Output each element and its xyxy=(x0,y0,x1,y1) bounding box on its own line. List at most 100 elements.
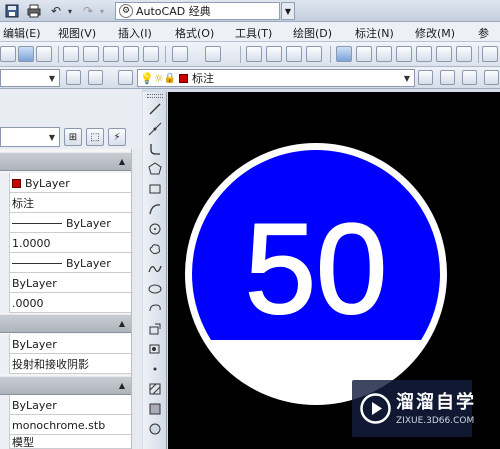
menu-format[interactable]: 格式(O) xyxy=(175,25,214,41)
layer-state-dropdown[interactable]: ▼ xyxy=(0,69,60,87)
tool-palettes-icon[interactable] xyxy=(376,46,392,62)
select-objects-icon[interactable]: ⬚ xyxy=(86,128,104,146)
workspace-dropdown-icon[interactable]: ▼ xyxy=(281,2,295,20)
properties-palette-icon[interactable] xyxy=(336,46,352,62)
sheet-set-icon[interactable] xyxy=(396,46,412,62)
line-tool-icon[interactable] xyxy=(146,100,164,118)
ellipse-arc-icon[interactable] xyxy=(146,300,164,318)
zoom-window-icon[interactable] xyxy=(286,46,302,62)
help-icon[interactable] xyxy=(482,46,498,62)
property-row[interactable]: ByLayer xyxy=(0,395,131,415)
workspace-selector[interactable]: ⚙ AutoCAD 经典 xyxy=(115,2,280,20)
match-properties-icon[interactable] xyxy=(123,46,139,62)
selection-dropdown[interactable]: ▼ xyxy=(0,127,60,147)
property-value: ByLayer xyxy=(66,256,111,270)
circle-icon[interactable] xyxy=(146,220,164,238)
linetype-sample xyxy=(12,222,62,224)
layers-toolbar: ▼ 💡 ☼ 🔒 标注 ▼ xyxy=(0,67,500,89)
pan-icon[interactable] xyxy=(246,46,262,62)
paste-icon[interactable] xyxy=(103,46,119,62)
menu-dimension[interactable]: 标注(N) xyxy=(355,25,394,41)
calculator-icon[interactable] xyxy=(456,46,472,62)
sign-speed-text: 50 xyxy=(245,198,387,341)
copy-icon[interactable] xyxy=(83,46,99,62)
property-row[interactable]: .0000 xyxy=(0,293,131,313)
construction-line-icon[interactable] xyxy=(146,120,164,138)
property-row[interactable]: 1.0000 xyxy=(0,233,131,253)
point-icon[interactable] xyxy=(146,360,164,378)
property-row[interactable]: 投射和接收阴影 xyxy=(0,354,131,374)
layer-manager-icon[interactable] xyxy=(118,70,133,85)
save-icon[interactable] xyxy=(4,3,20,19)
lightbulb-icon: 💡 xyxy=(140,71,154,85)
design-center-icon[interactable] xyxy=(356,46,372,62)
section-plot-style[interactable]: ▲ xyxy=(0,376,131,395)
workspace-label: AutoCAD 经典 xyxy=(136,5,211,18)
toolbar-grip[interactable] xyxy=(147,94,163,98)
layer-previous-icon[interactable] xyxy=(440,70,455,85)
zoom-realtime-icon[interactable] xyxy=(266,46,282,62)
standard-toolbar xyxy=(0,42,500,67)
menu-parametric[interactable]: 参 xyxy=(478,25,489,41)
quickcalc-icon[interactable] xyxy=(436,46,452,62)
property-row[interactable]: 模型 xyxy=(0,435,131,449)
menu-insert[interactable]: 插入(I) xyxy=(118,25,152,41)
layer-isolate-icon[interactable] xyxy=(462,70,477,85)
print-icon[interactable] xyxy=(26,3,42,19)
section-3d-effects[interactable]: ▲ xyxy=(0,314,131,333)
open-icon[interactable] xyxy=(18,46,34,62)
polyline-icon[interactable] xyxy=(146,140,164,158)
property-row[interactable]: monochrome.stb xyxy=(0,415,131,435)
properties-header: ▼ ⊞ ⬚ ⚡ xyxy=(0,89,142,149)
revision-cloud-icon[interactable] xyxy=(146,240,164,258)
toggle-pickadd-icon[interactable]: ⊞ xyxy=(64,128,82,146)
property-row[interactable]: ByLayer xyxy=(0,253,131,273)
property-row[interactable]: ByLayer xyxy=(0,173,131,193)
zoom-previous-icon[interactable] xyxy=(306,46,322,62)
region-icon[interactable] xyxy=(146,420,164,438)
property-value: 模型 xyxy=(12,436,34,449)
section-general[interactable]: ▲ xyxy=(0,152,131,171)
title-bar: ↶ ▾ ↷ ▾ ⚙ AutoCAD 经典 ▼ xyxy=(0,0,500,22)
make-current-layer-icon[interactable] xyxy=(418,70,433,85)
publish-icon[interactable] xyxy=(36,46,52,62)
layer-dropdown[interactable]: 💡 ☼ 🔒 标注 ▼ xyxy=(137,69,415,87)
spline-icon[interactable] xyxy=(146,260,164,278)
block-editor-icon[interactable] xyxy=(143,46,159,62)
menu-draw[interactable]: 绘图(D) xyxy=(293,25,332,41)
properties-scrollbar[interactable] xyxy=(131,149,142,449)
polygon-icon[interactable] xyxy=(146,160,164,178)
gradient-icon[interactable] xyxy=(146,400,164,418)
property-row[interactable]: ByLayer xyxy=(0,273,131,293)
menu-view[interactable]: 视图(V) xyxy=(58,25,96,41)
layer-properties-icon[interactable] xyxy=(66,70,81,85)
menu-modify[interactable]: 修改(M) xyxy=(415,25,455,41)
redo-dropdown-icon[interactable]: ▾ xyxy=(94,3,110,19)
rectangle-icon[interactable] xyxy=(146,180,164,198)
watermark: 溜溜自学 ZIXUE.3D66.COM xyxy=(352,380,474,437)
undo-dropdown-icon[interactable]: ▾ xyxy=(62,3,78,19)
cut-icon[interactable] xyxy=(63,46,79,62)
hatch-icon[interactable] xyxy=(146,380,164,398)
menu-bar: 编辑(E) 视图(V) 插入(I) 格式(O) 工具(T) 绘图(D) 标注(N… xyxy=(0,22,500,42)
property-value: ByLayer xyxy=(12,276,57,290)
property-value: 1.0000 xyxy=(12,236,51,250)
property-row[interactable]: 标注 xyxy=(0,193,131,213)
insert-block-icon[interactable] xyxy=(146,320,164,338)
property-row[interactable]: ByLayer xyxy=(0,334,131,354)
property-row[interactable]: ByLayer xyxy=(0,213,131,233)
arc-icon[interactable] xyxy=(146,200,164,218)
ellipse-icon[interactable] xyxy=(146,280,164,298)
sun-icon: ☼ xyxy=(153,71,164,85)
make-block-icon[interactable] xyxy=(146,340,164,358)
quick-select-icon[interactable]: ⚡ xyxy=(108,128,126,146)
menu-tools[interactable]: 工具(T) xyxy=(235,25,272,41)
undo-toolbar-icon[interactable] xyxy=(172,46,188,62)
color-swatch xyxy=(12,178,21,188)
redo-toolbar-icon[interactable] xyxy=(205,46,221,62)
layer-states-icon[interactable] xyxy=(88,70,103,85)
new-icon[interactable] xyxy=(0,46,16,62)
markup-icon[interactable] xyxy=(416,46,432,62)
layer-off-icon[interactable] xyxy=(484,70,499,85)
menu-edit[interactable]: 编辑(E) xyxy=(3,25,41,41)
